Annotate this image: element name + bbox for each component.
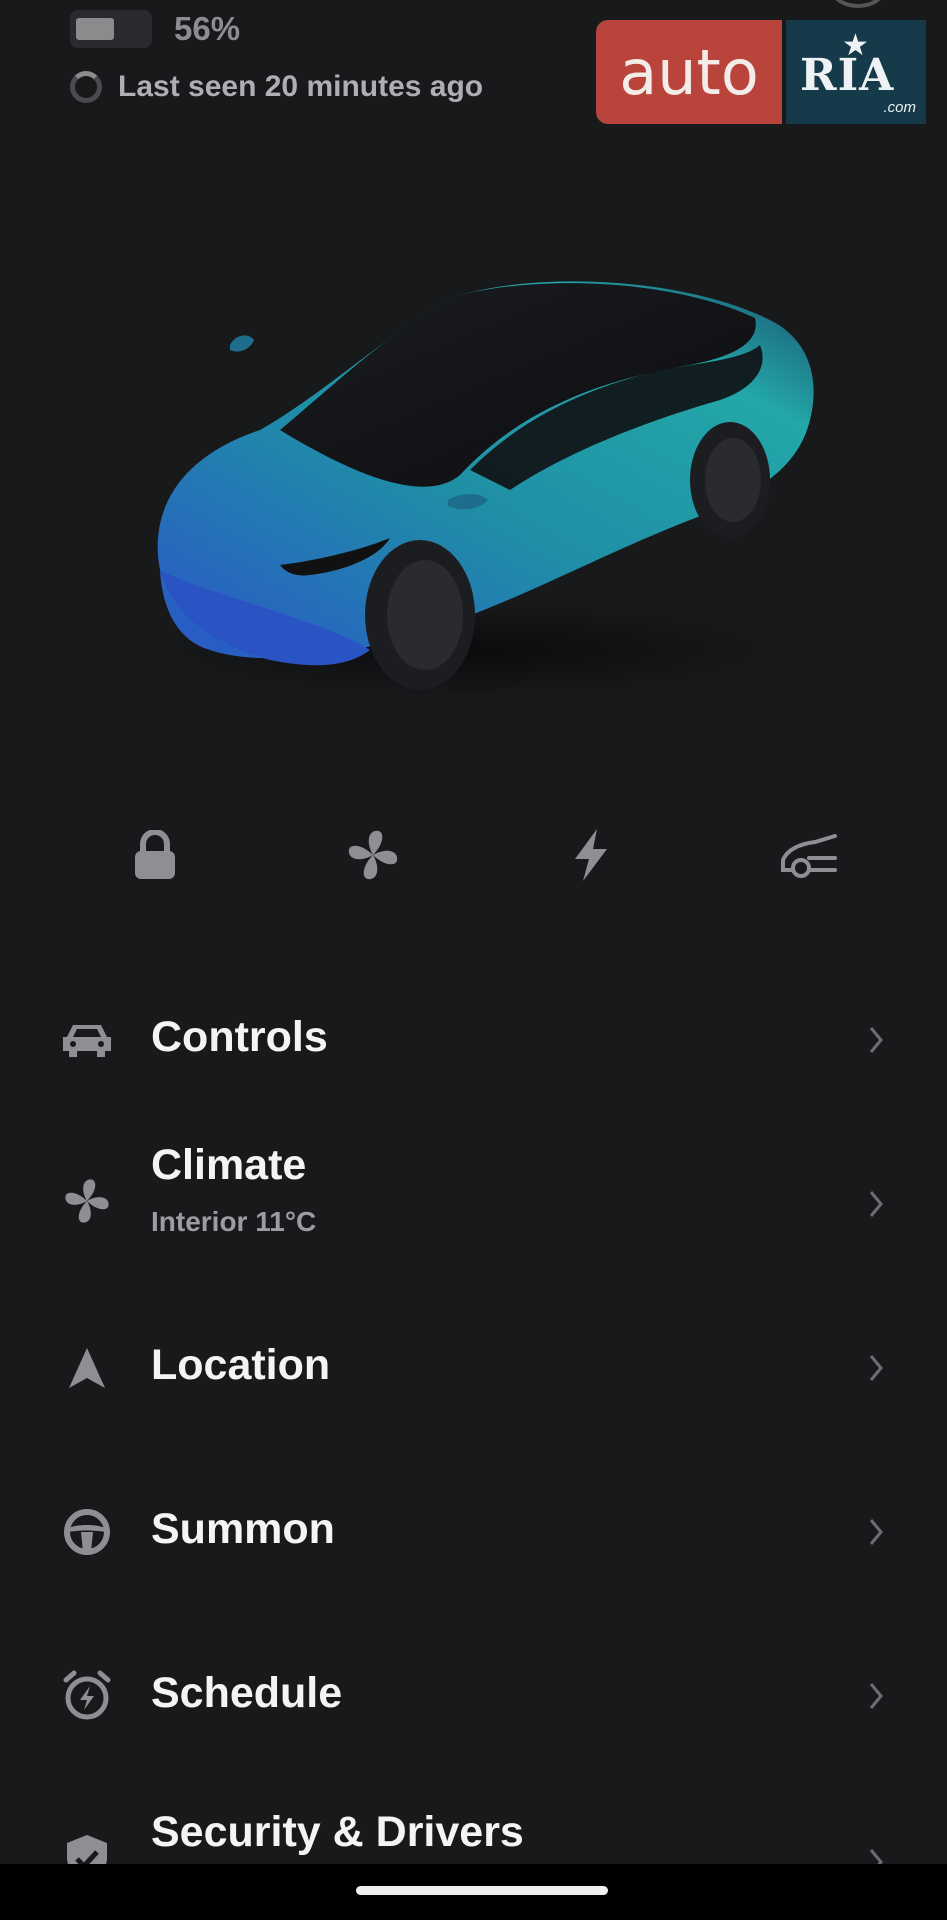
menu-item-label: Location [151, 1341, 331, 1389]
menu-item-schedule[interactable]: Schedule [0, 1636, 947, 1756]
autoria-watermark-logo: auto ★ RIA .com [596, 20, 926, 124]
bolt-icon[interactable] [556, 820, 626, 890]
menu-item-location[interactable]: Location [0, 1308, 947, 1428]
location-arrow-icon [58, 1339, 116, 1397]
last-seen-text: Last seen 20 minutes ago [118, 70, 484, 103]
frunk-icon[interactable] [774, 820, 844, 890]
menu-item-climate[interactable]: Climate Interior 11°C [0, 1130, 947, 1250]
battery-percent: 56% [174, 10, 241, 47]
watermark-auto: auto [596, 20, 782, 124]
menu-item-summon[interactable]: Summon [0, 1472, 947, 1592]
refresh-spinner-icon [70, 71, 102, 103]
watermark-ria: ★ RIA .com [786, 20, 926, 124]
fan-icon [58, 1172, 116, 1230]
chevron-right-icon [866, 1348, 886, 1388]
battery-level-fill [76, 18, 114, 40]
chevron-right-icon [866, 1676, 886, 1716]
menu-item-label: Controls [151, 1013, 328, 1061]
home-indicator[interactable] [356, 1886, 608, 1895]
steering-wheel-icon [58, 1503, 116, 1561]
menu-item-label: Climate [151, 1141, 307, 1189]
vehicle-image [140, 281, 814, 700]
menu-item-label: Security & Drivers [151, 1808, 524, 1856]
alarm-clock-icon [58, 1667, 116, 1725]
last-seen-row: Last seen 20 minutes ago [70, 70, 483, 104]
profile-icon[interactable] [830, 0, 886, 8]
menu-item-label: Schedule [151, 1669, 343, 1717]
chevron-right-icon [866, 1020, 886, 1060]
menu-item-controls[interactable]: Controls [0, 980, 947, 1100]
chevron-right-icon [866, 1184, 886, 1224]
battery-row: 56% [70, 8, 483, 50]
fan-icon[interactable] [338, 820, 408, 890]
chevron-right-icon [866, 1512, 886, 1552]
menu-item-label: Summon [151, 1505, 335, 1553]
menu-item-subtitle: Interior 11°C [151, 1206, 317, 1237]
lock-icon[interactable] [120, 820, 190, 890]
vehicle-status: 56% Last seen 20 minutes ago [70, 8, 483, 104]
car-icon [58, 1011, 116, 1069]
battery-icon [70, 10, 152, 48]
